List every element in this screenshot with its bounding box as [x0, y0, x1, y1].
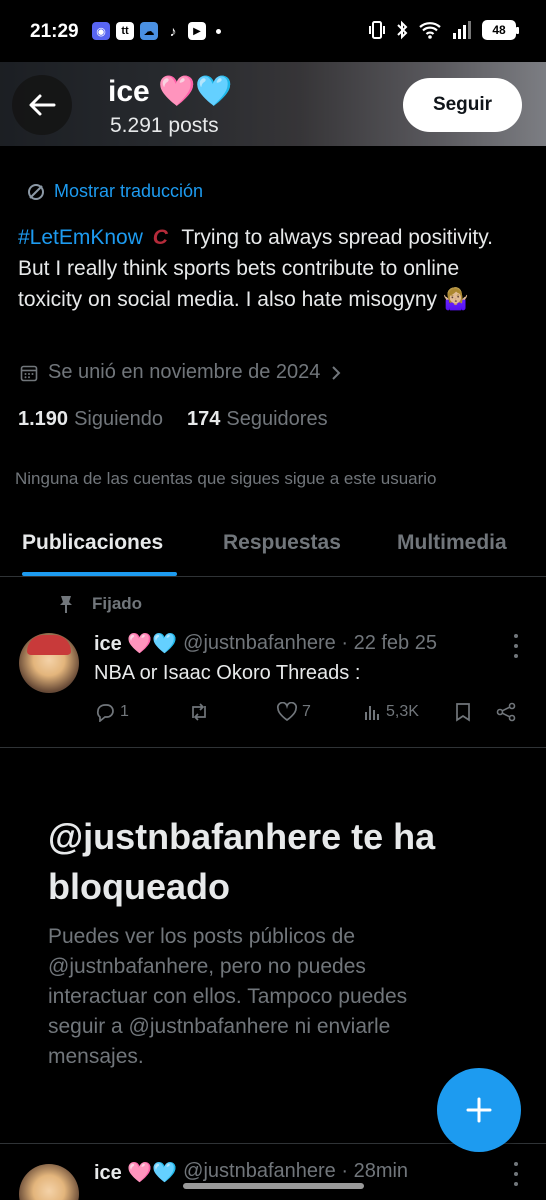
cavs-emoji-icon: C: [152, 226, 168, 249]
tiktok-icon: ♪: [169, 23, 177, 39]
pinned-label: Fijado: [92, 594, 143, 613]
post-handle-time: @justnbafanhere · 28min: [183, 1160, 409, 1182]
like-button[interactable]: 7: [276, 702, 311, 722]
home-indicator[interactable]: [183, 1183, 364, 1189]
like-count: 7: [302, 703, 311, 720]
share-icon: [496, 702, 516, 722]
follow-stats: 1.190 Siguiendo 174 Seguidores: [18, 408, 328, 431]
divider: [0, 747, 546, 748]
tab-respuestas[interactable]: Respuestas: [223, 531, 341, 555]
profile-tabs: Publicaciones Respuestas Multimedia: [0, 515, 546, 577]
tt-icon: tt: [116, 22, 134, 40]
chevron-right-icon[interactable]: [330, 364, 342, 382]
bookmark-icon: [456, 703, 470, 722]
notification-icons: ◉ tt ☁ ♪ ▶: [92, 22, 221, 40]
arrow-left-icon: [29, 94, 56, 116]
signal-icon: [453, 21, 471, 39]
pin-icon: [60, 596, 72, 613]
reply-button[interactable]: 1: [94, 702, 129, 722]
views-icon: [365, 706, 379, 720]
more-notifications-dot: [216, 28, 221, 34]
tab-multimedia[interactable]: Multimedia: [397, 531, 507, 555]
battery-icon: 48: [482, 20, 519, 40]
post-author[interactable]: ice 🩷🩵: [94, 631, 177, 656]
blocked-title: @justnbafanhere te ha bloqueado: [48, 816, 436, 907]
mutual-followers-note: Ninguna de las cuentas que sigues sigue …: [15, 469, 437, 488]
wifi-icon: [419, 22, 441, 39]
more-options-icon[interactable]: [506, 1162, 526, 1186]
status-bar: 21:29 ◉ tt ☁ ♪ ▶ 48: [0, 0, 546, 62]
views-button[interactable]: 5,3K: [364, 702, 419, 722]
heart-icon: [276, 702, 298, 722]
discord-icon: ◉: [92, 22, 110, 40]
vibrate-icon: [369, 21, 385, 39]
post-actions: 1 7 5,3K: [94, 702, 524, 730]
post-handle-time: @justnbafanhere · 22 feb 25: [183, 632, 437, 654]
system-icons: 48: [368, 20, 519, 40]
back-button[interactable]: [12, 75, 72, 135]
blocked-description: Puedes ver los posts públicos de @justnb…: [48, 925, 408, 1068]
avatar[interactable]: [19, 1164, 79, 1200]
post-text: NBA or Isaac Okoro Threads :: [94, 662, 361, 684]
repost-icon: [192, 703, 206, 721]
following-label: Siguiendo: [74, 408, 164, 430]
post-header: ice 🩷🩵 @justnbafanhere · 22 feb 25: [94, 631, 437, 656]
translate-label: Mostrar traducción: [54, 181, 204, 201]
avatar[interactable]: [19, 633, 79, 693]
bluetooth-icon: [397, 20, 408, 40]
profile-bio: #LetEmKnow C Trying to always spread pos…: [18, 222, 518, 315]
translate-icon: [28, 183, 44, 200]
plus-icon: [466, 1097, 492, 1123]
share-button[interactable]: [495, 702, 517, 722]
calendar-icon: [20, 365, 38, 381]
status-time: 21:29: [30, 21, 79, 42]
compose-post-button[interactable]: [437, 1068, 521, 1152]
show-translation-link[interactable]: Mostrar traducción: [26, 181, 203, 202]
tab-publicaciones[interactable]: Publicaciones: [22, 531, 163, 555]
bio-hashtag[interactable]: #LetEmKnow: [18, 226, 143, 249]
following-stat[interactable]: 1.190 Siguiendo: [18, 408, 163, 431]
header-post-count: 5.291 posts: [110, 114, 219, 137]
repost-button[interactable]: [188, 702, 214, 722]
follow-button[interactable]: Seguir: [403, 78, 522, 132]
joined-date: Se unió en noviembre de 2024: [20, 361, 342, 384]
followers-label: Seguidores: [226, 408, 328, 430]
post-author[interactable]: ice 🩷🩵: [94, 1160, 177, 1185]
youtube-icon: ▶: [188, 22, 206, 40]
header-name: ice 🩷🩵: [108, 75, 233, 108]
following-count: 1.190: [18, 408, 69, 430]
joined-label: Se unió en noviembre de 2024: [48, 361, 321, 383]
reply-count: 1: [120, 703, 129, 720]
weather-icon: ☁: [140, 22, 158, 40]
profile-header: ice 🩷🩵 5.291 posts Seguir: [0, 62, 546, 146]
followers-stat[interactable]: 174 Seguidores: [187, 408, 328, 431]
more-options-icon[interactable]: [506, 634, 526, 658]
views-count: 5,3K: [386, 703, 419, 720]
bookmark-button[interactable]: [454, 702, 472, 722]
pinned-label-row: Fijado: [58, 594, 142, 614]
reply-icon: [96, 704, 114, 722]
post-header: ice 🩷🩵 @justnbafanhere · 28min: [94, 1160, 408, 1185]
active-tab-indicator: [22, 572, 177, 576]
followers-count: 174: [187, 408, 221, 430]
